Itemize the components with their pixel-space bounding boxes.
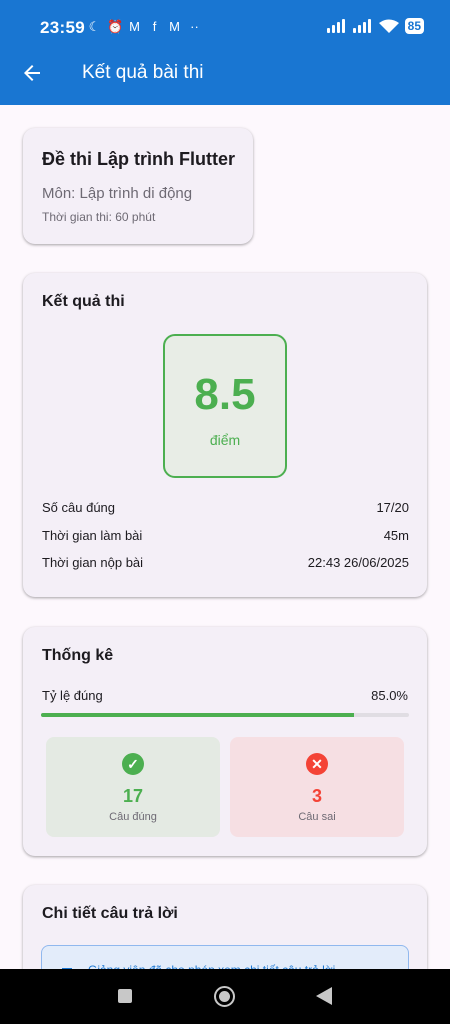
correct-label: Câu đúng — [109, 811, 157, 823]
statistics-card: Thống kê Tỷ lệ đúng 85.0% ✓ 17 Câu đúng … — [23, 627, 427, 856]
recents-icon[interactable] — [118, 989, 132, 1003]
result-row-label: Số câu đúng — [42, 500, 116, 515]
correct-stat-box: ✓ 17 Câu đúng — [46, 737, 220, 837]
result-card: Kết quả thi 8.5 điểm Số câu đúng 17/20 T… — [23, 273, 427, 597]
result-title: Kết quả thi — [42, 293, 125, 310]
result-row-value: 22:43 26/06/2025 — [307, 555, 409, 570]
score-value: 8.5 — [194, 370, 256, 419]
exam-subject: Môn: Lập trình di động — [42, 185, 193, 202]
home-icon[interactable] — [214, 986, 235, 1007]
statistics-title: Thống kê — [42, 647, 114, 664]
wrong-count: 3 — [311, 786, 322, 806]
signal-icon — [326, 19, 347, 33]
page-title: Kết quả bài thi — [82, 62, 204, 83]
signal-icon — [352, 19, 373, 33]
app-bar: 23:59 ☾ ⏰ M f M ·· 85 Kết quả bài thi — [0, 0, 450, 105]
wrong-label: Câu sai — [298, 811, 336, 823]
gmail-icon: M — [129, 19, 140, 34]
result-row-value: 45m — [383, 528, 409, 543]
result-row-value: 17/20 — [376, 500, 409, 515]
result-row-correct: Số câu đúng 17/20 — [42, 500, 409, 515]
alarm-icon: ⏰ — [107, 19, 124, 34]
exam-title: Đề thi Lập trình Flutter — [42, 149, 235, 169]
correct-rate-label: Tỷ lệ đúng — [42, 688, 103, 703]
correct-rate-progress-bar — [41, 713, 409, 717]
correct-count: 17 — [122, 786, 144, 806]
more-dots-icon: ·· — [190, 19, 199, 34]
wifi-icon — [378, 19, 399, 33]
system-nav-bar — [0, 969, 450, 1024]
back-icon[interactable] — [316, 987, 332, 1005]
score-unit: điểm — [209, 432, 241, 448]
exam-duration: Thời gian thi: 60 phút — [42, 210, 156, 224]
exam-info-card: Đề thi Lập trình Flutter Môn: Lập trình … — [23, 128, 253, 244]
result-row-submit-time: Thời gian nộp bài 22:43 26/06/2025 — [42, 555, 409, 570]
status-bar: 23:59 ☾ ⏰ M f M ·· 85 — [0, 0, 450, 56]
facebook-icon: f — [152, 19, 157, 34]
progress-fill — [41, 713, 354, 717]
moon-icon: ☾ — [88, 19, 101, 34]
status-time: 23:59 — [40, 18, 85, 37]
correct-rate-value: 85.0% — [371, 688, 408, 703]
result-row-duration: Thời gian làm bài 45m — [42, 528, 409, 543]
arrow-back-icon[interactable] — [20, 61, 44, 85]
result-row-label: Thời gian nộp bài — [42, 555, 144, 570]
result-row-label: Thời gian làm bài — [42, 528, 143, 543]
cancel-circle-icon: ✕ — [306, 753, 328, 775]
check-circle-icon: ✓ — [122, 753, 144, 775]
battery-indicator: 85 — [404, 18, 424, 34]
status-right: 85 — [326, 18, 424, 34]
gmail-icon: M — [169, 19, 180, 34]
score-box: 8.5 điểm — [163, 334, 287, 478]
wrong-stat-box: ✕ 3 Câu sai — [230, 737, 404, 837]
notification-icons: ☾ ⏰ M f M ·· — [87, 19, 202, 35]
answer-details-title: Chi tiết câu trả lời — [42, 905, 178, 922]
